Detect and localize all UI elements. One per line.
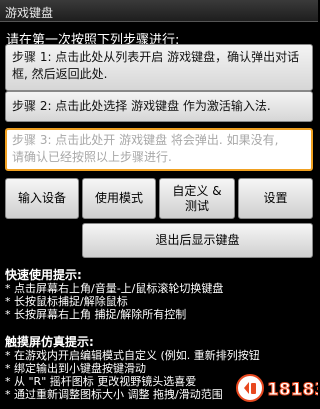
custom-test-label-1: 自定义 &: [172, 183, 222, 198]
window-title: 游戏键盘: [5, 6, 54, 20]
step-2-line-1: 步骤 2: 点击此处选择 游戏键盘 作为激活输入法.: [12, 99, 271, 113]
title-bar: 游戏键盘: [0, 0, 318, 22]
touch-tip-item: * 通过重新调整图标大小 调整 拖拽/滑动范围: [5, 388, 223, 401]
watermark-text: 18183: [267, 380, 318, 400]
step-3-line-2: 请确认已经按照以上步骤进行.: [12, 150, 172, 164]
watermark-logo: 18183: [236, 374, 318, 402]
step-3-line-1: 步骤 3: 点击此处开 游戏键盘 将会弹出. 如果没有,: [12, 133, 279, 147]
custom-test-label-2: 测试: [184, 198, 209, 213]
step-1-line-2: 框, 然后返回此处.: [12, 67, 108, 81]
step-2-button[interactable]: 步骤 2: 点击此处选择 游戏键盘 作为激活输入法.: [5, 91, 313, 122]
custom-test-button[interactable]: 自定义 & 测试: [159, 178, 235, 219]
quick-tip-item: * 长按屏幕右上角 捕捉/解除所有控制: [5, 308, 187, 321]
watermark-bar: [251, 383, 256, 394]
step-1-button[interactable]: 步骤 1: 点击此处从列表开启 游戏键盘，确认弹出对话 框, 然后返回此处.: [5, 44, 313, 91]
step-1-line-1: 步骤 1: 点击此处从列表开启 游戏键盘，确认弹出对话: [12, 50, 300, 64]
watermark-badge: [236, 374, 264, 402]
settings-button[interactable]: 设置: [238, 178, 313, 219]
step-3-button[interactable]: 步骤 3: 点击此处开 游戏键盘 将会弹出. 如果没有, 请确认已经按照以上步骤…: [5, 128, 313, 171]
show-keyboard-on-exit-button[interactable]: 退出后显示键盘: [82, 223, 313, 258]
input-device-button[interactable]: 输入设备: [5, 178, 79, 219]
usage-mode-button[interactable]: 使用模式: [82, 178, 156, 219]
